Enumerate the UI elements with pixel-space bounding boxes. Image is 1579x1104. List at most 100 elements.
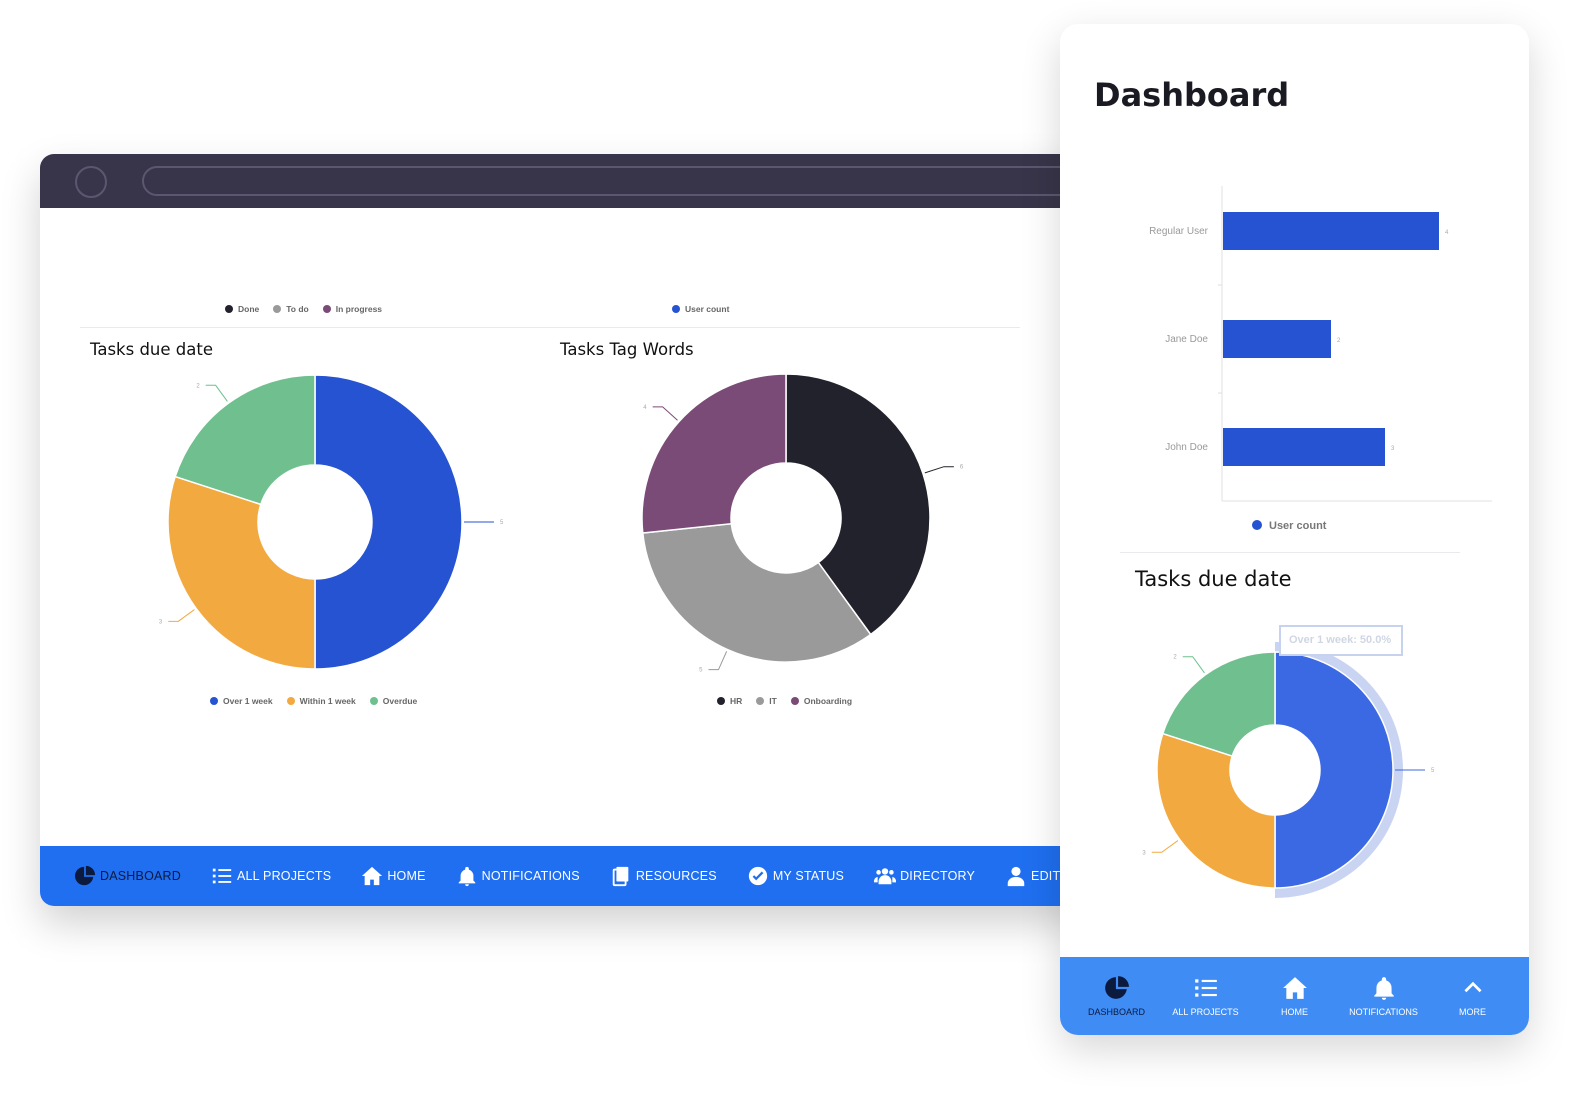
mobile-nav-item-all-projects[interactable]: ALL PROJECTS	[1162, 975, 1250, 1017]
slice-value-label: 5	[1431, 768, 1435, 774]
pie-slice[interactable]	[1156, 732, 1276, 889]
nav-item-home[interactable]: HOME	[361, 846, 440, 906]
desktop-browser-window: Done To do In progress User count Tasks …	[40, 154, 1100, 906]
dashboard-content: Done To do In progress User count Tasks …	[40, 208, 1100, 846]
nav-label: HOME	[387, 869, 426, 883]
desktop-bottom-nav: DASHBOARD ALL PROJECTS HOME NOTIFICATIONS RE…	[40, 846, 1100, 906]
bar[interactable]	[1223, 320, 1331, 358]
pie-slice[interactable]	[167, 475, 316, 670]
nav-label: NOTIFICATIONS	[1349, 1007, 1418, 1017]
chart-title-tasks-due-date: Tasks due date	[1135, 567, 1292, 591]
nav-label: HOME	[1281, 1007, 1308, 1017]
legend-item-in-progress: In progress	[322, 304, 383, 314]
nav-item-notifications[interactable]: NOTIFICATIONS	[456, 846, 595, 906]
slice-value-label: 3	[1142, 850, 1146, 856]
browser-button[interactable]	[75, 166, 107, 198]
bar[interactable]	[1223, 212, 1439, 250]
legend-label: User count	[685, 304, 730, 314]
user-count-bar-chart: Regular User 4 Jane Doe 2 John Doe 3 User coun…	[1149, 186, 1492, 532]
legend-dot	[756, 697, 765, 705]
category-label: Regular User	[1149, 226, 1209, 237]
home-icon	[1282, 977, 1307, 999]
address-bar[interactable]	[142, 166, 1100, 196]
slice-value-label: 5	[699, 668, 703, 674]
people-icon	[874, 868, 897, 885]
slice-value-label: 2	[1173, 655, 1177, 661]
legend-dot	[286, 697, 295, 705]
legend-dot	[225, 305, 233, 313]
legend-dot	[369, 697, 378, 705]
nav-item-dashboard[interactable]: DASHBOARD	[74, 846, 196, 906]
mobile-nav-item-more[interactable]: MORE	[1429, 975, 1517, 1017]
legend-dot	[322, 305, 331, 313]
label-leader	[1151, 840, 1179, 853]
legend-label: To do	[286, 304, 309, 314]
nav-item-resources[interactable]: RESOURCES	[610, 846, 732, 906]
pie-slice[interactable]	[314, 374, 463, 670]
legend-item: Onboarding	[790, 696, 853, 706]
legend-label: In progress	[335, 304, 383, 314]
mobile-bottom-nav: DASHBOARD ALL PROJECTS HOME NOTIFICATIONS MO…	[1060, 957, 1529, 1035]
bar-value-label: 4	[1445, 230, 1449, 236]
slice-value-label: 4	[643, 405, 647, 411]
nav-item-all-projects[interactable]: ALL PROJECTS	[211, 846, 346, 906]
list-icon	[1194, 979, 1217, 997]
nav-label: DASHBOARD	[1087, 1007, 1145, 1017]
nav-item-directory[interactable]: DIRECTORY	[874, 846, 990, 906]
pie-slice[interactable]	[1274, 651, 1394, 889]
slice-value-label: 2	[196, 383, 200, 389]
tasks-due-date-legend: Over 1 week Within 1 week Overdue	[210, 696, 417, 706]
chevron-up-icon	[1463, 981, 1482, 993]
nav-label: ALL PROJECTS	[1172, 1007, 1239, 1017]
legend-dot	[672, 305, 680, 313]
label-leader	[205, 384, 228, 402]
legend-item-done: Done	[225, 304, 259, 314]
slice-value-label: 3	[159, 619, 163, 625]
legend-item-user-count: User count	[672, 304, 729, 314]
tasks-tag-words-donut: 6 5 4	[641, 373, 964, 674]
legend-label: Done	[238, 304, 260, 314]
bar-value-label: 2	[1337, 338, 1341, 344]
pie-chart-icon	[1104, 976, 1129, 999]
legend-dot	[717, 697, 725, 705]
legend-label: Overdue	[382, 696, 418, 706]
nav-label: DASHBOARD	[100, 869, 181, 883]
chart-title-tasks-tag-words: Tasks Tag Words	[560, 340, 694, 359]
legend-dot	[210, 697, 218, 705]
mobile-nav-item-dashboard[interactable]: DASHBOARD	[1073, 975, 1161, 1017]
pie-slice[interactable]	[641, 373, 787, 534]
nav-label: NOTIFICATIONS	[481, 869, 580, 883]
chart-title-tasks-due-date: Tasks due date	[90, 340, 213, 359]
nav-label: ALL PROJECTS	[236, 869, 332, 883]
nav-label: DIRECTORY	[900, 869, 976, 883]
bar-value-label: 3	[1391, 446, 1395, 452]
label-leader	[708, 651, 728, 671]
legend-label: IT	[769, 696, 777, 706]
mobile-nav-item-notifications[interactable]: NOTIFICATIONS	[1340, 975, 1428, 1017]
chart-tooltip: Over 1 week: 50.0%	[1279, 625, 1403, 656]
bell-icon	[1373, 977, 1394, 1000]
check-circle-icon	[748, 866, 767, 886]
legend-item: IT	[756, 696, 777, 706]
documents-icon	[612, 866, 629, 887]
user-count-legend: User count	[672, 304, 729, 314]
category-label: John Doe	[1165, 442, 1208, 453]
legend-dot	[273, 305, 282, 313]
bar[interactable]	[1223, 428, 1385, 466]
legend-dot	[1252, 520, 1262, 530]
legend-item: Over 1 week	[210, 696, 273, 706]
list-icon	[212, 868, 232, 884]
legend-label: Within 1 week	[299, 696, 356, 706]
browser-toolbar	[40, 154, 1100, 208]
label-leader	[924, 466, 954, 474]
mobile-nav-item-home[interactable]: HOME	[1251, 975, 1339, 1017]
legend-item: HR	[717, 696, 742, 706]
nav-item-my-status[interactable]: MY STATUS	[747, 846, 859, 906]
slice-value-label: 6	[960, 465, 964, 471]
nav-label: MORE	[1459, 1007, 1486, 1017]
label-leader	[168, 609, 195, 622]
section-divider	[1120, 552, 1460, 553]
category-label: Jane Doe	[1165, 334, 1208, 345]
pie-chart-icon	[74, 865, 96, 886]
legend-label: Onboarding	[803, 696, 853, 706]
